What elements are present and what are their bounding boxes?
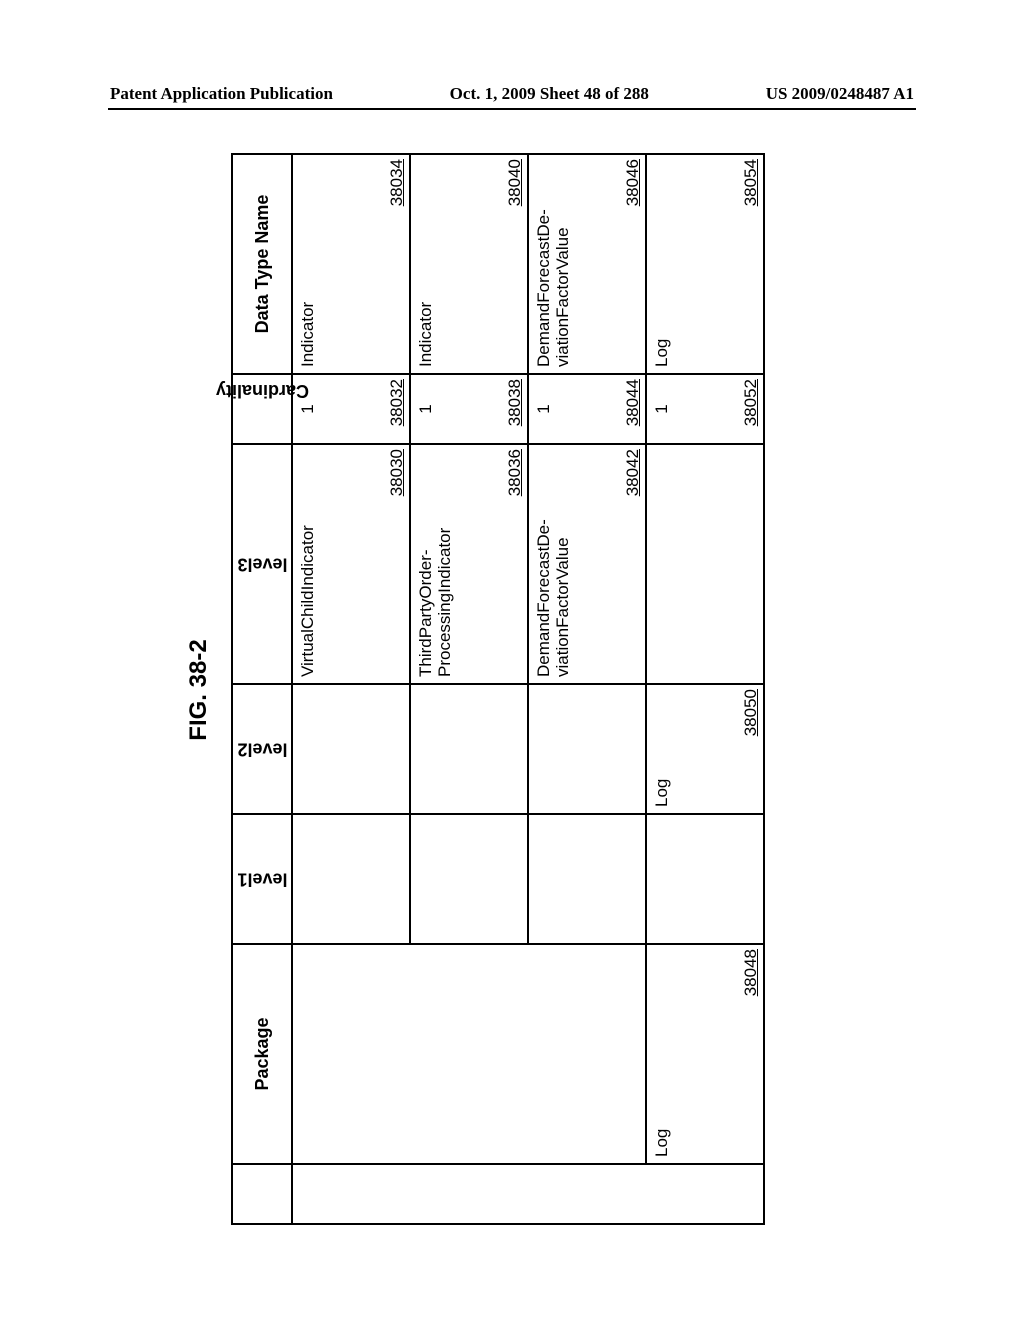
col-blank: [232, 1164, 292, 1224]
cell-blank: [292, 1164, 764, 1224]
header-row: Package level1 level2 level3 Cardinality…: [232, 154, 292, 1224]
cell-cardinality: 1 38038: [410, 374, 528, 444]
table-row: VirtualChildIndicator 38030 1 38032 Indi…: [292, 154, 410, 1224]
header-rule: [108, 108, 916, 110]
col-package: Package: [232, 944, 292, 1164]
cell-level2: Log 38050: [646, 684, 764, 814]
data-table: Package level1 level2 level3 Cardinality…: [231, 153, 765, 1225]
cell-level3: [646, 444, 764, 684]
table-row: Log 38048 Log 38050 1 38052 Log: [646, 154, 764, 1224]
cell-level2: [528, 684, 646, 814]
cell-level2: [410, 684, 528, 814]
cell-cardinality: 1 38052: [646, 374, 764, 444]
col-level1: level1: [232, 814, 292, 944]
cell-datatype: Indicator 38040: [410, 154, 528, 374]
cell-datatype: DemandForecastDe-viationFactorValue 3804…: [528, 154, 646, 374]
page-header: Patent Application Publication Oct. 1, 2…: [110, 84, 914, 104]
header-center: Oct. 1, 2009 Sheet 48 of 288: [450, 84, 649, 104]
header-left: Patent Application Publication: [110, 84, 333, 104]
cell-level1: [528, 814, 646, 944]
figure: FIG. 38-2 Package level1 level2 level3 C…: [185, 155, 835, 1225]
cell-cardinality: 1 38032: [292, 374, 410, 444]
cell-level3: VirtualChildIndicator 38030: [292, 444, 410, 684]
col-cardinality: Cardinality: [232, 374, 292, 444]
col-datatype: Data Type Name: [232, 154, 292, 374]
header-right: US 2009/0248487 A1: [766, 84, 914, 104]
cell-package: Log 38048: [646, 944, 764, 1164]
cell-datatype: Log 38054: [646, 154, 764, 374]
col-level3: level3: [232, 444, 292, 684]
cell-level2: [292, 684, 410, 814]
cell-package: [292, 944, 646, 1164]
cell-level1: [646, 814, 764, 944]
figure-label: FIG. 38-2: [185, 155, 213, 1225]
cell-datatype: Indicator 38034: [292, 154, 410, 374]
cell-level1: [292, 814, 410, 944]
cell-level3: DemandForecastDe-viationFactorValue 3804…: [528, 444, 646, 684]
cell-level3: ThirdPartyOrder-ProcessingIndicator 3803…: [410, 444, 528, 684]
col-level2: level2: [232, 684, 292, 814]
cell-level1: [410, 814, 528, 944]
cell-cardinality: 1 38044: [528, 374, 646, 444]
